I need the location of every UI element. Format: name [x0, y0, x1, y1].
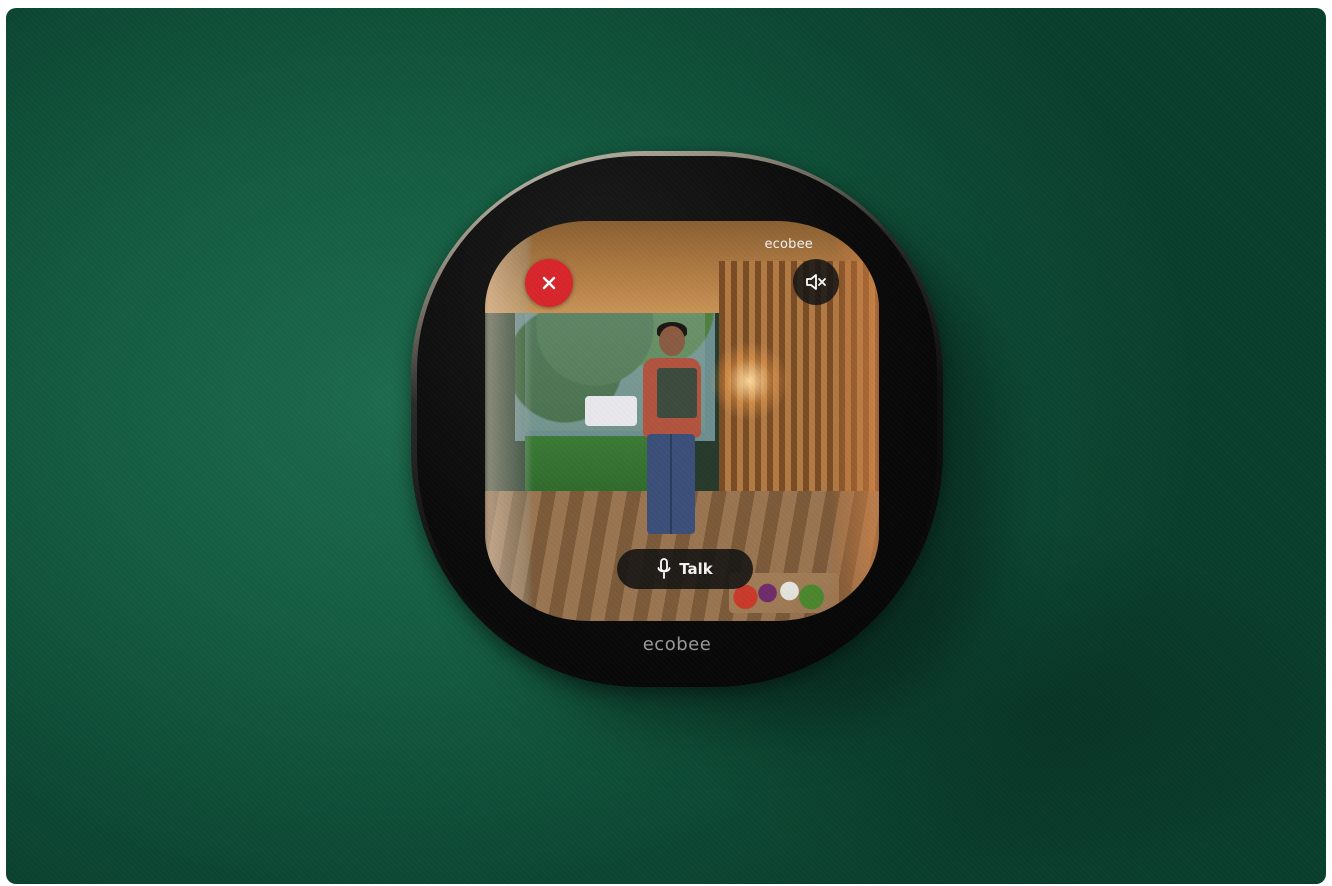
device-brand-label: ecobee [642, 634, 712, 655]
camera-feed-edge-right [834, 221, 879, 621]
speaker-muted-icon [806, 274, 826, 290]
microphone-icon [657, 558, 671, 579]
visitor-head [659, 326, 685, 356]
doorbell-camera-screen: ecobee Talk [485, 221, 879, 621]
close-icon [542, 276, 556, 290]
green-wall-background: ecobee Talk ecobee [6, 8, 1326, 884]
mute-audio-button[interactable] [793, 259, 839, 305]
device-face: ecobee Talk ecobee [417, 156, 937, 680]
visitor-legs [647, 434, 695, 534]
talk-button-label: Talk [679, 560, 713, 578]
camera-feed-porch-light [709, 341, 789, 421]
camera-feed-edge-left [485, 221, 530, 621]
camera-feed-van [585, 396, 637, 426]
smart-thermostat-device: ecobee Talk ecobee [411, 151, 943, 687]
visitor-folder [657, 368, 697, 418]
camera-feed-visitor [635, 322, 705, 541]
screen-brand-label: ecobee [764, 237, 813, 252]
talk-button[interactable]: Talk [617, 549, 753, 589]
dismiss-call-button[interactable] [525, 259, 573, 307]
